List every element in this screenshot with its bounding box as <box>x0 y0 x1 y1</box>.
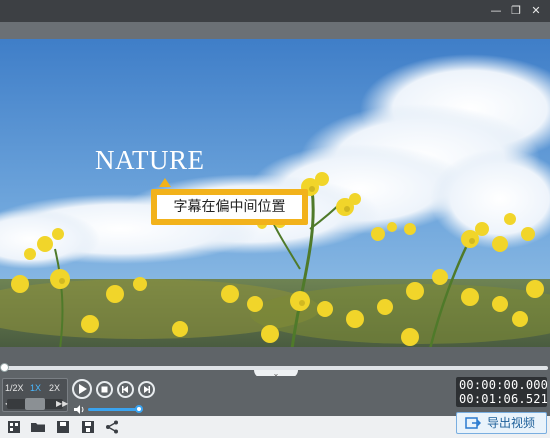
timeline-area: ⌄ <box>0 347 550 378</box>
export-icon <box>465 417 481 429</box>
playhead[interactable] <box>0 363 9 372</box>
time-display: 00:00:00.000 00:01:06.521 <box>456 377 549 407</box>
next-frame-button[interactable] <box>138 381 155 398</box>
speed-slider-thumb[interactable] <box>25 398 45 410</box>
speed-slider[interactable] <box>7 398 63 410</box>
share-icon[interactable] <box>104 419 120 435</box>
stop-icon <box>101 386 108 393</box>
step-forward-icon <box>144 386 150 393</box>
subtitle-frame[interactable]: 字幕在偏中间位置 <box>151 189 308 225</box>
play-button[interactable] <box>72 379 92 399</box>
title-bar: — ❐ ✕ <box>0 0 550 22</box>
video-editor-window: — ❐ ✕ NATURE 字幕在偏中间位置 ⌄ 1/2X 1X 2X ▶▶ 00… <box>0 0 550 438</box>
total-duration: 00:01:06.521 <box>459 392 549 406</box>
open-folder-icon[interactable] <box>30 419 46 435</box>
volume-slider-thumb[interactable] <box>135 405 144 413</box>
playback-controls: 1/2X 1X 2X ◀◀ ▶▶ 00:00:00.000 <box>0 376 550 416</box>
new-project-icon[interactable] <box>6 419 22 435</box>
previous-frame-button[interactable] <box>117 381 134 398</box>
current-time: 00:00:00.000 <box>459 378 549 392</box>
save-icon[interactable] <box>55 419 71 435</box>
export-video-label: 导出视频 <box>487 416 536 430</box>
minimize-button[interactable]: — <box>488 3 504 19</box>
restore-button[interactable]: ❐ <box>508 3 524 19</box>
speed-panel: 1/2X 1X 2X ◀◀ ▶▶ <box>2 378 68 412</box>
video-preview[interactable]: NATURE 字幕在偏中间位置 <box>0 39 550 347</box>
speed-double[interactable]: 2X <box>49 383 60 393</box>
close-button[interactable]: ✕ <box>528 3 544 19</box>
speed-half[interactable]: 1/2X <box>5 383 24 393</box>
subtitle-pointer <box>159 178 171 187</box>
export-video-button[interactable]: 导出视频 <box>456 412 547 434</box>
video-title-overlay[interactable]: NATURE <box>95 145 205 176</box>
step-back-icon <box>122 386 128 393</box>
save-as-icon[interactable] <box>80 419 96 435</box>
subtitle-text[interactable]: 字幕在偏中间位置 <box>157 195 302 219</box>
stop-button[interactable] <box>96 381 113 398</box>
volume-icon[interactable] <box>74 405 86 414</box>
play-icon <box>79 384 87 394</box>
preview-header-strip <box>0 22 550 39</box>
speed-up-icon[interactable]: ▶▶ <box>56 399 68 408</box>
speed-normal[interactable]: 1X <box>30 383 41 393</box>
